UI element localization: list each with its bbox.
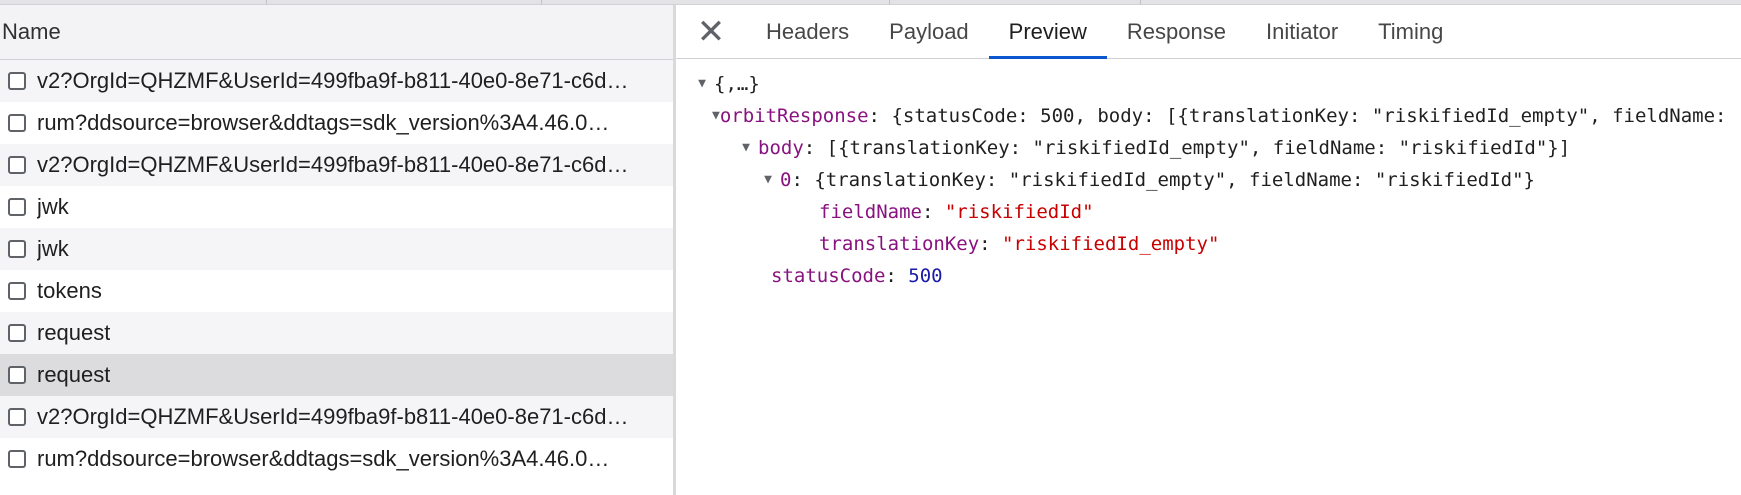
row-checkbox[interactable]: [8, 408, 26, 426]
tree-string-value: "riskifiedId": [944, 201, 1094, 223]
tree-node-orbitResponse[interactable]: ▼ orbitResponse: {statusCode: 500, body:…: [676, 100, 1741, 132]
tree-root[interactable]: ▼ {,…}: [676, 68, 1741, 100]
request-row[interactable]: rum?ddsource=browser&ddtags=sdk_version%…: [0, 102, 673, 144]
name-column-header[interactable]: Name: [0, 5, 673, 60]
row-checkbox[interactable]: [8, 240, 26, 258]
tab-timing[interactable]: Timing: [1358, 5, 1463, 58]
detail-tabs: Headers Payload Preview Response Initiator Ti…: [746, 5, 1463, 59]
request-row[interactable]: request: [0, 312, 673, 354]
tree-colon: :: [921, 201, 945, 223]
tab-response[interactable]: Response: [1107, 5, 1246, 58]
tree-colon: :: [791, 169, 815, 191]
request-row[interactable]: rum?ddsource=browser&ddtags=sdk_version%…: [0, 438, 673, 480]
request-name: tokens: [37, 278, 102, 303]
close-icon[interactable]: ✕: [676, 5, 746, 58]
request-name: jwk: [37, 236, 69, 261]
request-row[interactable]: tokens: [0, 270, 673, 312]
tree-summary: {translationKey: "riskifiedId_empty", fi…: [814, 169, 1535, 191]
collapse-triangle-icon[interactable]: ▼: [690, 68, 714, 100]
request-name: v2?OrgId=QHZMF&UserId=499fba9f-b811-40e0…: [37, 404, 629, 429]
request-name: request: [37, 362, 111, 387]
request-row[interactable]: v2?OrgId=QHZMF&UserId=499fba9f-b811-40e0…: [0, 60, 673, 102]
tab-initiator[interactable]: Initiator: [1246, 5, 1358, 58]
request-list: v2?OrgId=QHZMF&UserId=499fba9f-b811-40e0…: [0, 60, 673, 480]
tree-number-value: 500: [908, 265, 943, 287]
collapse-triangle-icon[interactable]: ▼: [734, 132, 758, 164]
tree-leaf-translationKey: translationKey: "riskifiedId_empty": [676, 228, 1741, 260]
detail-tab-bar: ✕ Headers Payload Preview Response Initiator…: [676, 5, 1741, 59]
row-checkbox[interactable]: [8, 366, 26, 384]
request-row[interactable]: v2?OrgId=QHZMF&UserId=499fba9f-b811-40e0…: [0, 144, 673, 186]
row-checkbox[interactable]: [8, 156, 26, 174]
tree-node-item-0[interactable]: ▼ 0: {translationKey: "riskifiedId_empty…: [676, 164, 1741, 196]
tree-leaf-fieldName: fieldName: "riskifiedId": [676, 196, 1741, 228]
tab-payload[interactable]: Payload: [869, 5, 989, 58]
request-row[interactable]: jwk: [0, 228, 673, 270]
tree-colon: :: [885, 265, 909, 287]
preview-json-tree: ▼ {,…} ▼ orbitResponse: {statusCode: 500…: [676, 59, 1741, 292]
request-name: v2?OrgId=QHZMF&UserId=499fba9f-b811-40e0…: [37, 68, 629, 93]
request-row[interactable]: request: [0, 354, 673, 396]
root-summary: {,…}: [714, 73, 760, 95]
request-name: jwk: [37, 194, 69, 219]
request-detail-panel: ✕ Headers Payload Preview Response Initiator…: [676, 5, 1741, 495]
tree-key: fieldName: [819, 201, 922, 223]
request-name: v2?OrgId=QHZMF&UserId=499fba9f-b811-40e0…: [37, 152, 629, 177]
tree-node-body[interactable]: ▼ body: [{translationKey: "riskifiedId_e…: [676, 132, 1741, 164]
request-name: request: [37, 320, 111, 345]
tree-string-value: "riskifiedId_empty": [1002, 233, 1220, 255]
request-row[interactable]: v2?OrgId=QHZMF&UserId=499fba9f-b811-40e0…: [0, 396, 673, 438]
row-checkbox[interactable]: [8, 72, 26, 90]
row-checkbox[interactable]: [8, 114, 26, 132]
tab-preview[interactable]: Preview: [988, 5, 1108, 59]
tree-colon: :: [868, 105, 892, 127]
tree-key: statusCode: [771, 265, 886, 287]
tree-colon: :: [803, 137, 827, 159]
tree-key: translationKey: [819, 233, 980, 255]
tree-key: body: [758, 137, 804, 159]
tree-summary: [{translationKey: "riskifiedId_empty", f…: [826, 137, 1571, 159]
row-checkbox[interactable]: [8, 198, 26, 216]
collapse-triangle-icon[interactable]: ▼: [756, 164, 780, 196]
tree-leaf-statusCode: statusCode: 500: [676, 260, 1741, 292]
row-checkbox[interactable]: [8, 450, 26, 468]
collapse-triangle-icon[interactable]: ▼: [712, 100, 720, 132]
tree-colon: :: [979, 233, 1003, 255]
tree-key: orbitResponse: [719, 105, 869, 127]
request-name: rum?ddsource=browser&ddtags=sdk_version%…: [37, 446, 610, 471]
row-checkbox[interactable]: [8, 324, 26, 342]
request-list-panel: Name v2?OrgId=QHZMF&UserId=499fba9f-b811…: [0, 5, 676, 495]
tree-summary: {statusCode: 500, body: [{translationKey…: [891, 105, 1741, 127]
request-name: rum?ddsource=browser&ddtags=sdk_version%…: [37, 110, 610, 135]
tab-headers[interactable]: Headers: [746, 5, 869, 58]
tree-key: 0: [780, 169, 792, 191]
request-row[interactable]: jwk: [0, 186, 673, 228]
row-checkbox[interactable]: [8, 282, 26, 300]
